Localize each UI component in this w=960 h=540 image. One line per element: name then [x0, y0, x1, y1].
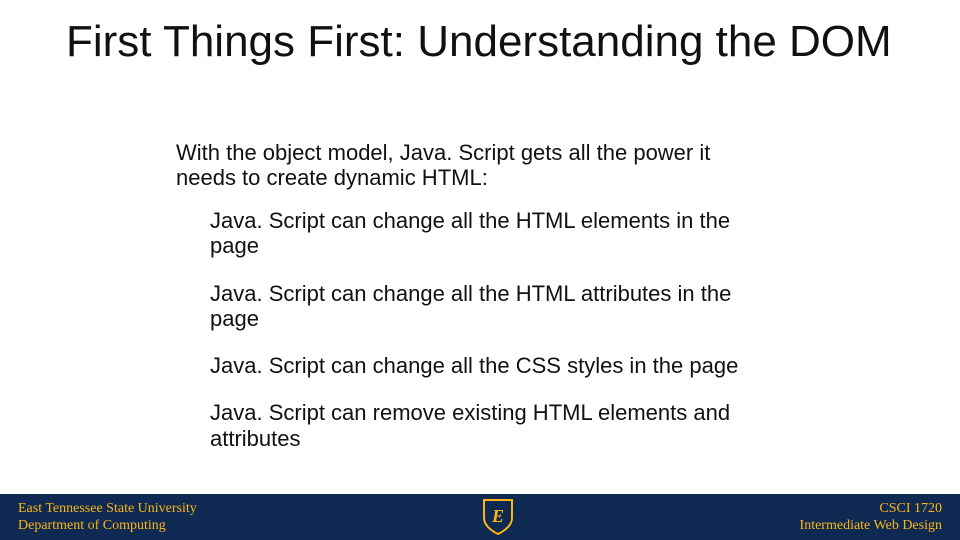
list-item: Java. Script can remove existing HTML el…: [210, 400, 740, 451]
footer-university: East Tennessee State University: [18, 500, 197, 518]
footer-course-code: CSCI 1720: [800, 500, 942, 518]
slide-intro: With the object model, Java. Script gets…: [176, 140, 746, 191]
list-item: Java. Script can change all the HTML att…: [210, 281, 740, 332]
footer-course-name: Intermediate Web Design: [800, 517, 942, 535]
footer-bar: East Tennessee State University Departme…: [0, 494, 960, 540]
footer-department: Department of Computing: [18, 517, 197, 535]
list-item: Java. Script can change all the CSS styl…: [210, 353, 740, 378]
slide: First Things First: Understanding the DO…: [0, 0, 960, 540]
shield-letter: E: [491, 506, 504, 526]
footer-left: East Tennessee State University Departme…: [0, 500, 197, 535]
slide-title: First Things First: Understanding the DO…: [66, 18, 906, 65]
footer-logo: E: [482, 498, 514, 536]
list-item: Java. Script can change all the HTML ele…: [210, 208, 740, 259]
footer-right: CSCI 1720 Intermediate Web Design: [800, 500, 960, 535]
bullet-list: Java. Script can change all the HTML ele…: [210, 208, 740, 473]
shield-icon: E: [482, 498, 514, 536]
